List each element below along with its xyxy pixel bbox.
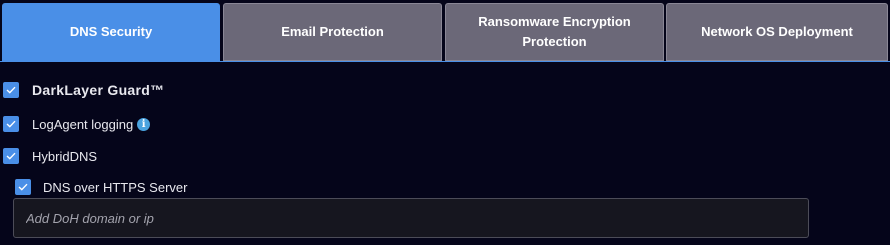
- hybrid-dns-label: HybridDNS: [32, 148, 98, 164]
- tab-bar: DNS Security Email Protection Ransomware…: [0, 0, 890, 62]
- tab-label: Network OS Deployment: [701, 24, 853, 39]
- checkmark-icon: [6, 120, 16, 128]
- info-icon[interactable]: i: [137, 117, 151, 131]
- checkmark-icon: [18, 183, 28, 191]
- tab-label: DNS Security: [69, 24, 153, 39]
- option-hybrid-dns: HybridDNS: [3, 148, 97, 164]
- checkmark-icon: [6, 152, 16, 160]
- darklayer-guard-label: DarkLayer Guard™: [32, 82, 165, 98]
- option-doh-server: DNS over HTTPS Server: [15, 179, 187, 195]
- hybrid-dns-checkbox[interactable]: [3, 148, 19, 164]
- tab-email-protection[interactable]: Email Protection: [223, 3, 442, 61]
- dns-security-panel: DNS Security Email Protection Ransomware…: [0, 0, 890, 245]
- darklayer-guard-checkbox[interactable]: [3, 82, 19, 98]
- logagent-logging-checkbox[interactable]: [3, 116, 19, 132]
- option-darklayer-guard: DarkLayer Guard™: [3, 82, 164, 98]
- doh-server-checkbox[interactable]: [15, 179, 31, 195]
- tab-dns-security[interactable]: DNS Security: [2, 3, 220, 61]
- logagent-logging-label: LogAgent logging: [32, 116, 134, 132]
- tab-ransomware-encryption-protection[interactable]: Ransomware Encryption Protection: [445, 3, 664, 61]
- checkmark-icon: [6, 86, 16, 94]
- option-logagent-logging: LogAgent logging i: [3, 116, 151, 132]
- tab-label: Email Protection: [281, 24, 384, 39]
- doh-domain-input[interactable]: [13, 198, 809, 238]
- doh-server-label: DNS over HTTPS Server: [43, 179, 188, 195]
- tab-network-os-deployment[interactable]: Network OS Deployment: [666, 3, 888, 61]
- tab-label: Ransomware Encryption Protection: [478, 14, 631, 49]
